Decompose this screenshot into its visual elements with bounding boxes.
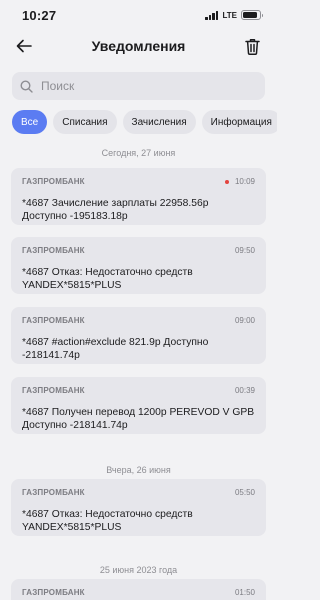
back-button[interactable] <box>12 34 36 58</box>
notification-time: 10:09 <box>234 177 255 186</box>
filter-chip[interactable]: Зачисления <box>122 110 196 134</box>
notification-text: *4687 Получен перевод 1200р PEREVOD V GP… <box>22 407 255 431</box>
date-separator: Сегодня, 27 июня <box>101 148 176 158</box>
status-time: 10:27 <box>22 7 57 23</box>
filter-chips: ВсеСписанияЗачисленияИнформацияВ <box>0 110 277 134</box>
search-input[interactable] <box>41 79 241 93</box>
notification-card[interactable]: ГАЗПРОМБАНК 01:50 <box>11 579 266 600</box>
notification-header: ГАЗПРОМБАНК 05:50 <box>22 488 255 497</box>
notification-header: ГАЗПРОМБАНК 09:50 <box>22 246 255 255</box>
notification-card[interactable]: ГАЗПРОМБАНК 10:09 *4687 Зачисление зарплат… <box>11 168 266 225</box>
date-separator: Вчера, 26 июня <box>106 465 171 475</box>
notification-card[interactable]: ГАЗПРОМБАНК 05:50 *4687 Отказ: Недостаточн… <box>11 479 266 536</box>
search-bar[interactable] <box>12 72 265 100</box>
notification-meta: 00:39 <box>235 386 255 395</box>
notification-header: ГАЗПРОМБАНК 00:39 <box>22 386 255 395</box>
notification-card[interactable]: ГАЗПРОМБАНК 09:00 *4687 #action#exclude 82… <box>11 307 266 364</box>
notification-card[interactable]: ГАЗПРОМБАНК 09:50 *4687 Отказ: Недостаточн… <box>11 237 266 294</box>
notification-time: 05:50 <box>234 488 255 497</box>
notification-meta: 10:09 <box>224 177 255 186</box>
unread-dot-icon <box>224 179 229 184</box>
notification-text: *4687 #action#exclude 821.9р Доступно -2… <box>22 337 209 361</box>
notification-text: *4687 Отказ: Недостаточно средств YANDEX… <box>22 509 193 533</box>
filter-chip[interactable]: Списания <box>53 110 117 134</box>
notification-time: 01:50 <box>234 588 255 597</box>
nav-bar: Уведомления <box>0 30 277 62</box>
notification-meta: 05:50 <box>235 488 255 497</box>
notification-sender: ГАЗПРОМБАНК <box>22 177 85 186</box>
search-icon <box>20 79 33 93</box>
notification-sender: ГАЗПРОМБАНК <box>22 588 85 597</box>
notification-sender: ГАЗПРОМБАНК <box>22 316 85 325</box>
notification-time: 09:50 <box>234 246 255 255</box>
filter-chip[interactable]: Все <box>12 110 48 134</box>
network-type: LTE <box>222 10 237 20</box>
notification-sender: ГАЗПРОМБАНК <box>22 386 85 395</box>
notification-header: ГАЗПРОМБАНК 09:00 <box>22 316 255 325</box>
signal-icon <box>205 10 219 20</box>
notification-card[interactable]: ГАЗПРОМБАНК 00:39 *4687 Получен перевод 12… <box>11 377 266 434</box>
trash-icon <box>245 38 261 55</box>
notification-sender: ГАЗПРОМБАНК <box>22 488 85 497</box>
battery-level <box>243 12 257 18</box>
notification-text: *4687 Отказ: Недостаточно средств YANDEX… <box>22 267 193 291</box>
notification-sender: ГАЗПРОМБАНК <box>22 246 85 255</box>
battery-icon <box>241 10 263 20</box>
status-bar: 10:27 LTE <box>0 0 277 30</box>
notification-time: 00:39 <box>234 386 255 395</box>
arrow-left-icon <box>16 39 32 53</box>
notification-header: ГАЗПРОМБАНК 01:50 <box>22 588 255 597</box>
notification-text: *4687 Зачисление зарплаты 22958.56р Дост… <box>22 198 209 222</box>
notification-meta: 01:50 <box>235 588 255 597</box>
filter-chip[interactable]: Информация <box>201 110 277 134</box>
notification-meta: 09:00 <box>235 316 255 325</box>
page-title: Уведомления <box>91 38 186 54</box>
status-indicators: LTE <box>205 10 263 20</box>
delete-button[interactable] <box>241 34 265 58</box>
notification-header: ГАЗПРОМБАНК 10:09 <box>22 177 255 186</box>
date-separator: 25 июня 2023 года <box>99 565 178 575</box>
notification-meta: 09:50 <box>235 246 255 255</box>
notification-time: 09:00 <box>234 316 255 325</box>
